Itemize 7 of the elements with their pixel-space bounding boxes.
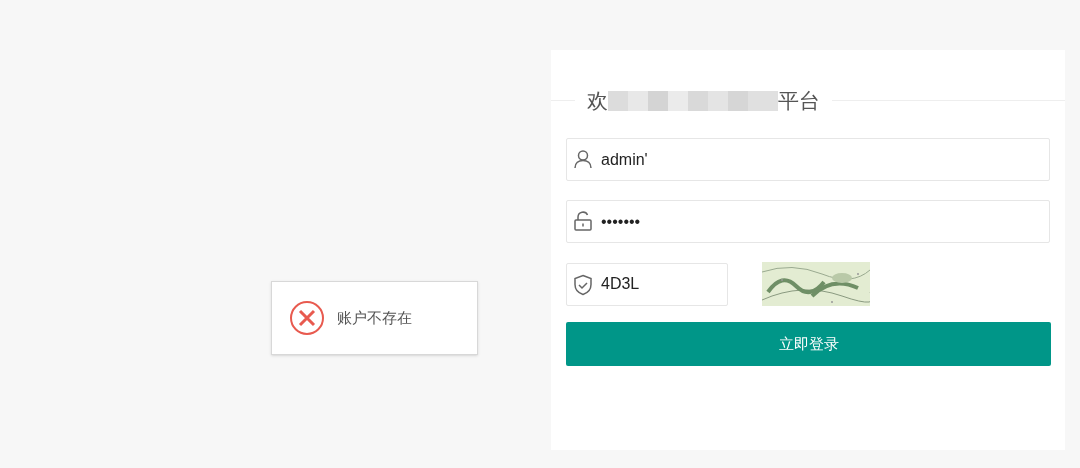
captcha-field[interactable]: 4D3L (566, 262, 728, 306)
toast-message: 账户不存在 (337, 307, 412, 328)
title-text: 平台 (778, 88, 820, 114)
username-field[interactable]: admin' (566, 138, 1050, 181)
title-text: 欢 (587, 88, 608, 114)
password-field[interactable]: ••••••• (566, 200, 1050, 243)
login-button[interactable]: 立即登录 (566, 322, 1051, 366)
